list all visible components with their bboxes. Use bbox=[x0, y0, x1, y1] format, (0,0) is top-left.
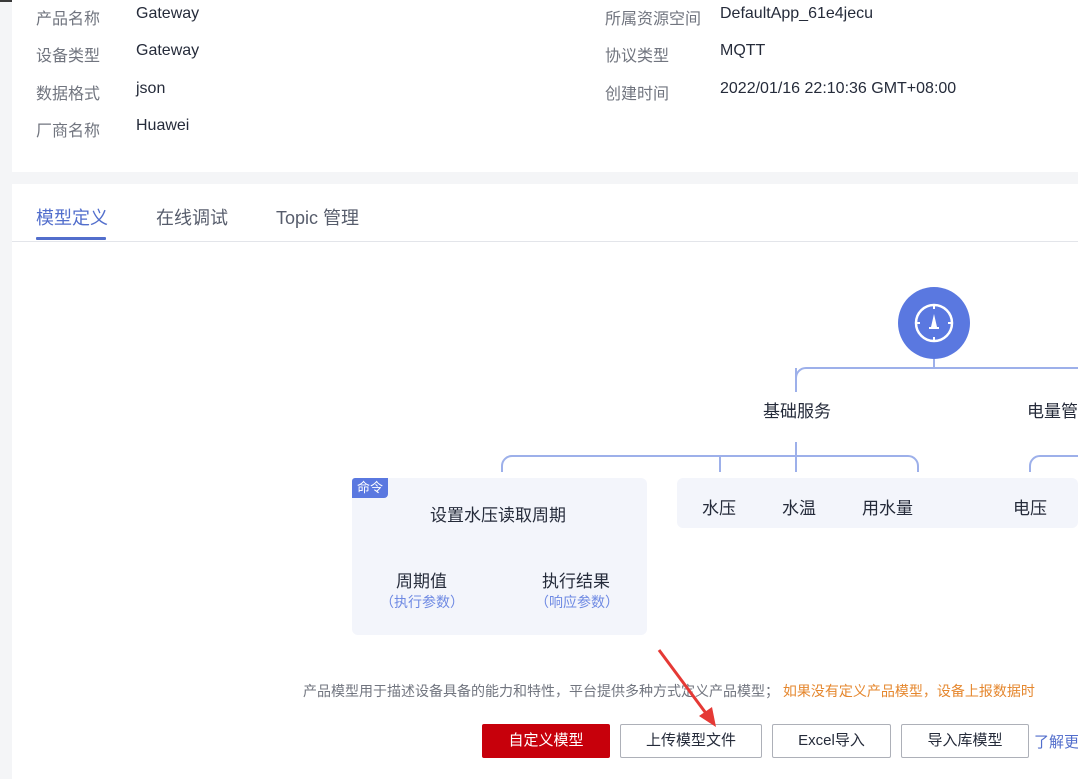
created-time-label: 创建时间 bbox=[605, 86, 670, 103]
param-period-value: 周期值 bbox=[396, 572, 447, 591]
property-water-usage: 用水量 bbox=[862, 499, 913, 518]
learn-more-link[interactable]: 了解更 bbox=[1034, 731, 1078, 752]
device-type-label: 设备类型 bbox=[36, 48, 101, 65]
manufacturer-label: 厂商名称 bbox=[36, 123, 101, 140]
service-basic: 基础服务 bbox=[763, 402, 831, 421]
compass-icon bbox=[898, 287, 970, 359]
active-tab-indicator bbox=[36, 237, 106, 240]
device-type-value: Gateway bbox=[136, 42, 200, 59]
param-response-role: （响应参数） bbox=[535, 594, 619, 610]
command-name: 设置水压读取周期 bbox=[430, 506, 566, 525]
param-execute-result: 执行结果 bbox=[542, 572, 610, 591]
resource-space-value: DefaultApp_61e4jecu bbox=[720, 5, 874, 22]
model-definition-card: 模型定义 在线调试 Topic 管理 基础服务 电量管 命令 设置水压读取周期 … bbox=[12, 184, 1078, 779]
tab-online-debug[interactable]: 在线调试 bbox=[156, 204, 228, 230]
service-power: 电量管 bbox=[1027, 402, 1078, 421]
custom-model-button[interactable]: 自定义模型 bbox=[482, 724, 610, 758]
model-diagram: 基础服务 电量管 命令 设置水压读取周期 周期值 （执行参数） 执行结果 （响应… bbox=[12, 242, 1078, 662]
description-warning: 如果没有定义产品模型，设备上报数据时 bbox=[782, 683, 1035, 699]
resource-space-label: 所属资源空间 bbox=[605, 11, 702, 28]
product-name-label: 产品名称 bbox=[36, 11, 101, 28]
product-info-card: 产品名称 Gateway 设备类型 Gateway 数据格式 json 厂商名称… bbox=[12, 0, 1078, 172]
import-library-model-button[interactable]: 导入库模型 bbox=[901, 724, 1029, 758]
command-badge: 命令 bbox=[352, 478, 388, 498]
data-format-value: json bbox=[136, 80, 166, 97]
protocol-type-value: MQTT bbox=[720, 42, 766, 59]
manufacturer-value: Huawei bbox=[136, 117, 190, 134]
tab-model-definition[interactable]: 模型定义 bbox=[36, 204, 108, 230]
protocol-type-label: 协议类型 bbox=[605, 48, 670, 65]
product-name-value: Gateway bbox=[136, 5, 200, 22]
excel-import-button[interactable]: Excel导入 bbox=[772, 724, 891, 758]
tab-topic-management[interactable]: Topic 管理 bbox=[276, 204, 359, 230]
property-water-temperature: 水温 bbox=[782, 499, 816, 518]
property-water-pressure: 水压 bbox=[702, 499, 736, 518]
description-text: 产品模型用于描述设备具备的能力和特性，平台提供多种方式定义产品模型； bbox=[303, 683, 779, 699]
param-execute-role: （执行参数） bbox=[380, 594, 464, 610]
property-voltage: 电压 bbox=[1013, 499, 1047, 518]
model-description: 产品模型用于描述设备具备的能力和特性，平台提供多种方式定义产品模型； 如果没有定… bbox=[303, 681, 1035, 701]
created-time-value: 2022/01/16 22:10:36 GMT+08:00 bbox=[720, 80, 957, 97]
tab-bar: 模型定义 在线调试 Topic 管理 bbox=[12, 184, 1078, 242]
data-format-label: 数据格式 bbox=[36, 86, 101, 103]
upload-model-file-button[interactable]: 上传模型文件 bbox=[620, 724, 762, 758]
